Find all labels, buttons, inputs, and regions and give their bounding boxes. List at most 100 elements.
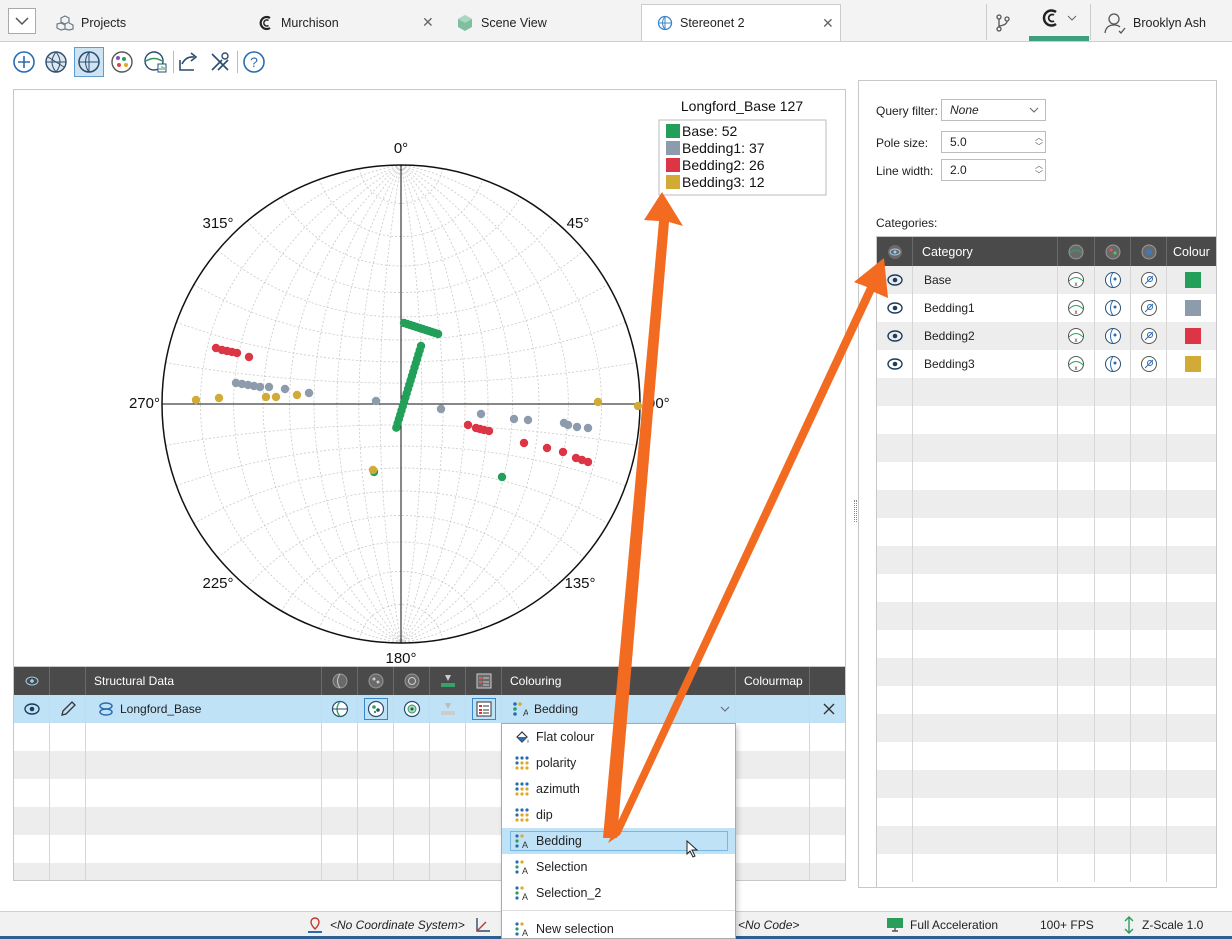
close-icon[interactable]: ✕ [422,14,434,31]
colouring-option-selection[interactable]: A Selection [502,854,735,880]
visibility-toggle[interactable] [877,294,913,322]
planes-column-header[interactable] [322,667,358,695]
colouring-select[interactable]: A Bedding [502,695,736,723]
axes-button[interactable] [474,912,492,938]
help-button[interactable]: ? [239,47,269,77]
category-name-cell[interactable]: Bedding1 [913,294,1058,322]
visibility-column-header[interactable] [877,237,913,266]
acceleration-status[interactable]: Full Acceleration [886,912,998,938]
colouring-option-flat-colour[interactable]: Flat colour [502,724,735,750]
contours-toggle[interactable] [1131,322,1167,350]
poles-view-button[interactable] [107,47,137,77]
edit-button[interactable] [50,695,86,723]
colour-cell[interactable] [1167,266,1216,294]
rose-toggle[interactable] [430,695,466,723]
stereonet-view-button[interactable] [74,47,104,77]
colour-column-header[interactable]: Colour [1167,237,1216,266]
tab-stereonet[interactable]: Stereonet 2 ✕ [641,4,841,41]
table-row[interactable]: Longford_Base A [14,695,845,723]
category-name-cell[interactable]: Base [913,266,1058,294]
colour-cell[interactable] [1167,350,1216,378]
add-button[interactable] [9,47,39,77]
contours-toggle[interactable] [394,695,430,723]
poles-toggle[interactable] [1095,350,1131,378]
rose-column-header[interactable] [430,667,466,695]
colourmap-column-header[interactable]: Colourmap [736,667,810,695]
coordinate-system-status[interactable]: <No Coordinate System> [306,912,465,938]
panel-splitter[interactable] [854,500,857,522]
close-icon[interactable]: ✕ [822,15,834,32]
visibility-toggle[interactable] [877,322,913,350]
contours-column-header[interactable] [1131,237,1167,266]
stereonet-plot-panel[interactable]: 0° 45° 90° 135° 180° 225° 270° 315° Long… [13,89,846,667]
branch-button[interactable] [996,4,1010,41]
legend-column-header[interactable] [466,667,502,695]
colouring-option-new-selection[interactable]: A New selection [502,916,735,939]
colouring-option-dip[interactable]: dip [502,802,735,828]
tab-murchison[interactable]: Murchison ✕ [258,4,436,41]
spin-up-icon[interactable]: ︿ [1035,134,1043,142]
settings-button[interactable] [205,47,235,77]
statistics-button[interactable] [140,47,170,77]
spin-up-icon[interactable]: ︿ [1035,162,1043,170]
tab-projects[interactable]: Projects [56,4,126,41]
colouring-option-selection-2[interactable]: A Selection_2 [502,880,735,906]
account-menu-button[interactable] [1029,0,1089,41]
category-row[interactable]: Bedding2 x [877,322,1216,350]
poles-toggle[interactable] [1095,294,1131,322]
contours-column-header[interactable] [394,667,430,695]
poles-toggle[interactable] [358,695,394,723]
colouring-option-bedding[interactable]: A Bedding [502,828,735,858]
visibility-toggle[interactable] [877,266,913,294]
planes-column-header[interactable] [1058,237,1095,266]
line-width-input[interactable]: 2.0 ︿ ﹀ [941,159,1046,181]
poles-column-header[interactable] [358,667,394,695]
stereonet-plot[interactable]: 0° 45° 90° 135° 180° 225° 270° 315° Long… [14,90,847,668]
category-name-cell[interactable]: Bedding3 [913,350,1058,378]
planes-toggle[interactable]: x [1058,350,1095,378]
colouring-dropdown-list[interactable]: Flat colour polarity azimuth dip A Beddi… [501,723,736,939]
legend-toggle[interactable] [466,695,502,723]
tab-list-button[interactable] [8,8,36,34]
contours-toggle[interactable] [1131,266,1167,294]
z-scale-status[interactable]: Z-Scale 1.0 [1122,912,1203,938]
colour-swatch[interactable] [1184,300,1201,316]
planes-toggle[interactable] [322,695,358,723]
pole-size-input[interactable]: 5.0 ︿ ﹀ [941,131,1046,153]
structural-data-name-cell[interactable]: Longford_Base [86,695,322,723]
category-row[interactable]: Base x [877,266,1216,294]
colourmap-cell[interactable] [736,695,810,723]
visibility-toggle[interactable] [14,695,50,723]
contours-toggle[interactable] [1131,350,1167,378]
colouring-option-azimuth[interactable]: azimuth [502,776,735,802]
spin-down-icon[interactable]: ﹀ [1035,143,1043,151]
planes-toggle[interactable]: x [1058,266,1095,294]
tab-scene-view[interactable]: Scene View [456,4,547,41]
colour-cell[interactable] [1167,294,1216,322]
poles-toggle[interactable] [1095,322,1131,350]
structural-data-column-header[interactable]: Structural Data [86,667,322,695]
planes-toggle[interactable]: x [1058,322,1095,350]
colouring-column-header[interactable]: Colouring [502,667,736,695]
user-button[interactable]: Brooklyn Ash [1104,4,1206,41]
spin-down-icon[interactable]: ﹀ [1035,171,1043,179]
colour-cell[interactable] [1167,322,1216,350]
globe-view-button[interactable] [41,47,71,77]
contours-toggle[interactable] [1131,294,1167,322]
category-name-cell[interactable]: Bedding2 [913,322,1058,350]
visibility-toggle[interactable] [877,350,913,378]
export-button[interactable] [173,47,203,77]
colour-swatch[interactable] [1184,272,1201,288]
category-column-header[interactable]: Category [913,237,1058,266]
colour-swatch[interactable] [1184,328,1201,344]
colour-swatch[interactable] [1184,356,1201,372]
code-status[interactable]: <No Code> [738,912,799,938]
planes-toggle[interactable]: x [1058,294,1095,322]
colouring-option-polarity[interactable]: polarity [502,750,735,776]
remove-button[interactable] [810,695,845,723]
category-row[interactable]: Bedding3 x [877,350,1216,378]
poles-column-header[interactable] [1095,237,1131,266]
category-row[interactable]: Bedding1 x [877,294,1216,322]
visibility-column-header[interactable] [14,667,50,695]
poles-toggle[interactable] [1095,266,1131,294]
